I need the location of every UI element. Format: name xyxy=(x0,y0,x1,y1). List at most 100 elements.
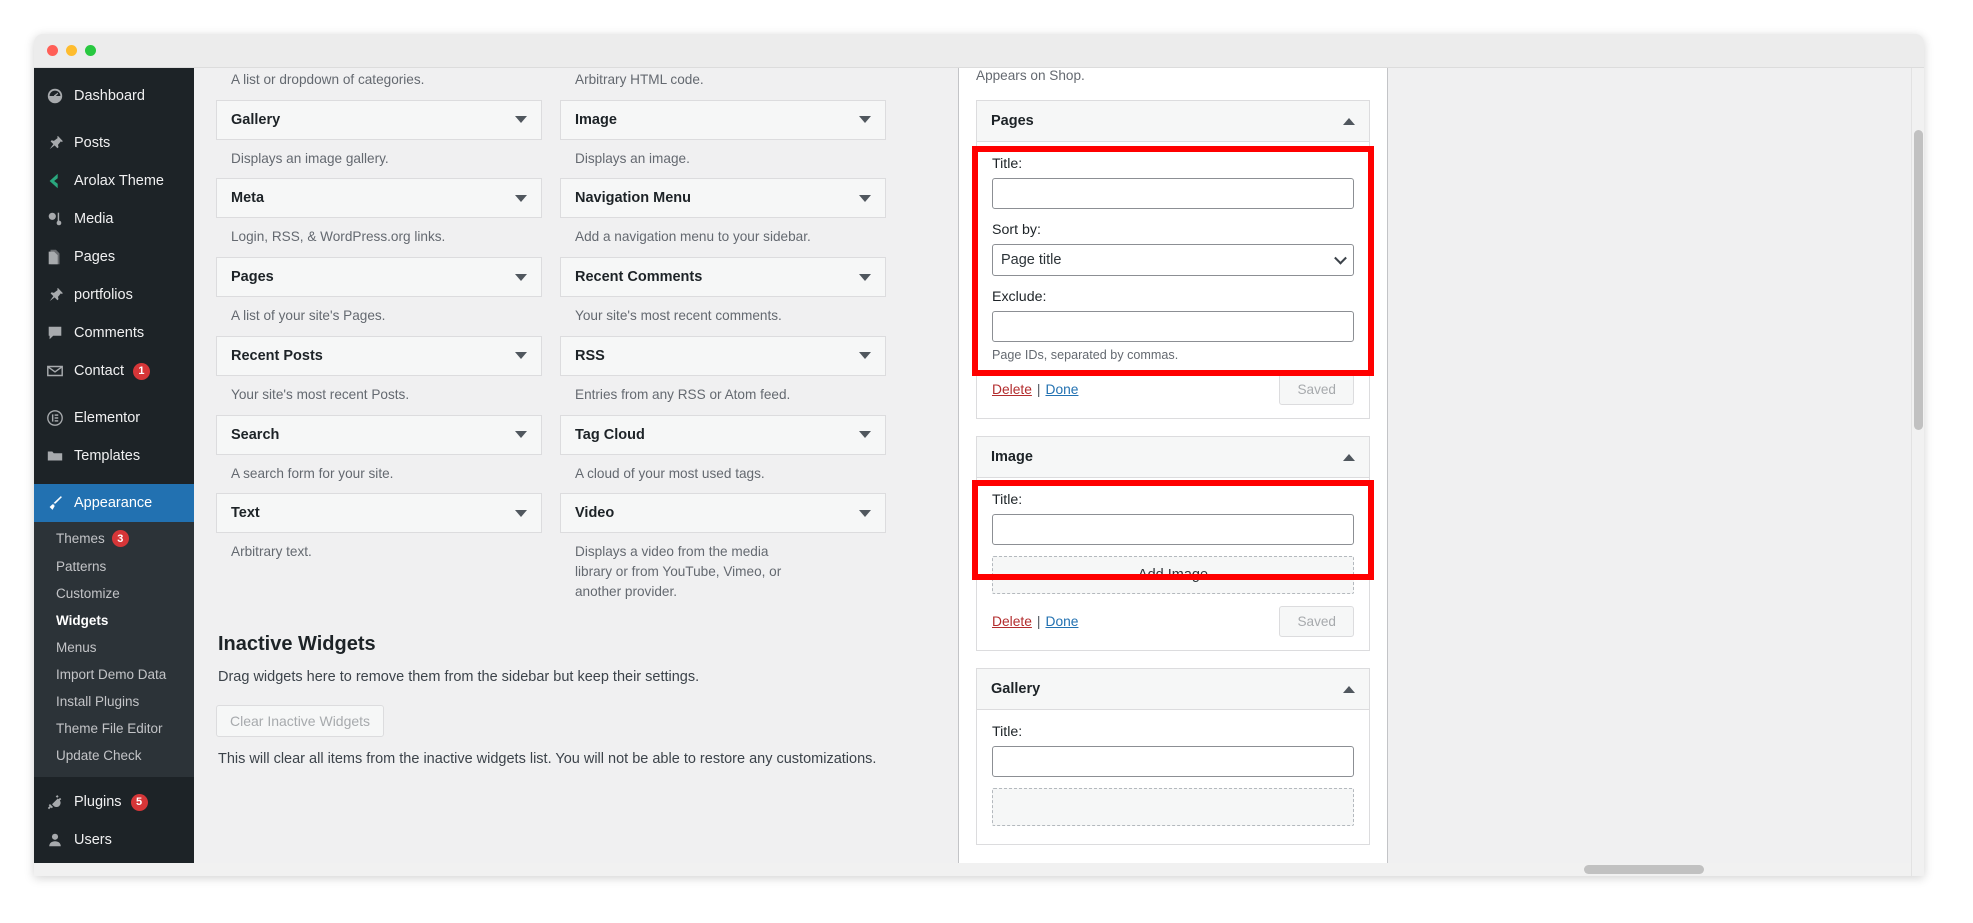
delete-widget-link[interactable]: Delete xyxy=(992,614,1032,629)
submenu-item-patterns[interactable]: Patterns xyxy=(34,553,194,580)
available-widgets-column-right: Custom HTML Arbitrary HTML code. Image D… xyxy=(560,68,886,611)
widget-card-description: A cloud of your most used tags. xyxy=(575,465,765,481)
widget-card-search[interactable]: Search xyxy=(216,414,542,455)
sidebar-item-arolax-theme[interactable]: Arolax Theme xyxy=(34,162,194,200)
sidebar-item-appearance[interactable]: Appearance xyxy=(34,484,194,522)
plug-icon xyxy=(45,792,65,812)
sidebar-item-pages[interactable]: Pages xyxy=(34,238,194,276)
submenu-item-customize[interactable]: Customize xyxy=(34,580,194,607)
chevron-up-icon[interactable] xyxy=(1343,685,1355,693)
image-title-input[interactable] xyxy=(992,514,1354,545)
widget-card-meta[interactable]: Meta xyxy=(216,178,542,219)
clear-inactive-widgets-button[interactable]: Clear Inactive Widgets xyxy=(216,705,385,738)
widget-card-video[interactable]: Video xyxy=(560,493,886,534)
widget-actions-links-image: Delete | Done xyxy=(992,614,1078,629)
sidebar-item-templates[interactable]: Templates xyxy=(34,437,194,475)
delete-widget-link[interactable]: Delete xyxy=(992,382,1032,397)
chevron-down-icon xyxy=(859,431,871,439)
widget-card-tag-cloud[interactable]: Tag Cloud xyxy=(560,414,886,455)
add-images-button[interactable] xyxy=(992,788,1354,826)
available-widgets-column-left: Categories A list or dropdown of categor… xyxy=(216,68,542,611)
pages-exclude-input[interactable] xyxy=(992,311,1354,342)
widget-card-description: Displays an image. xyxy=(575,150,690,166)
widget-card-recent-comments[interactable]: Recent Comments xyxy=(560,257,886,298)
horizontal-scrollbar[interactable] xyxy=(34,863,1911,876)
sidebar-item-posts[interactable]: Posts xyxy=(34,124,194,162)
sidebar-item-label: Templates xyxy=(74,448,141,464)
widget-card-title: Image xyxy=(575,111,617,128)
submenu-item-themes[interactable]: Themes 3 xyxy=(34,524,194,553)
sidebar-item-elementor[interactable]: Elementor xyxy=(34,399,194,437)
widget-card-description: Arbitrary text. xyxy=(231,544,312,560)
sidebar-item-plugins[interactable]: Plugins 5 xyxy=(34,783,194,821)
sidebar-item-portfolios[interactable]: portfolios xyxy=(34,276,194,314)
plugins-badge: 5 xyxy=(130,793,148,811)
chevron-down-icon xyxy=(859,352,871,360)
sidebar-item-users[interactable]: Users xyxy=(34,821,194,859)
widget-card-title: Navigation Menu xyxy=(575,190,692,207)
widget-actions-links-pages: Delete | Done xyxy=(992,382,1078,397)
sidebar-item-contact[interactable]: Contact 1 xyxy=(34,352,194,390)
widget-card-recent-posts[interactable]: Recent Posts xyxy=(216,335,542,376)
widget-card-title: Recent Posts xyxy=(231,347,323,364)
widget-instance-title: Gallery xyxy=(991,681,1041,697)
widget-card-gallery[interactable]: Gallery xyxy=(216,99,542,140)
pages-title-input[interactable] xyxy=(992,178,1354,209)
widget-card-title: Tag Cloud xyxy=(575,426,645,443)
inactive-widgets-note: This will clear all items from the inact… xyxy=(218,751,877,768)
widget-instance-body-pages: Title: Sort by: Page title Exclude: Page… xyxy=(976,142,1370,419)
submenu-item-widgets[interactable]: Widgets xyxy=(34,607,194,634)
widget-card-title: Recent Comments xyxy=(575,269,703,286)
widget-actions-image: Delete | Done Saved xyxy=(992,594,1354,637)
done-widget-link[interactable]: Done xyxy=(1045,614,1078,629)
sidebar-item-comments[interactable]: Comments xyxy=(34,314,194,352)
chevron-down-icon xyxy=(515,194,527,202)
widget-card-navigation-menu[interactable]: Navigation Menu xyxy=(560,178,886,219)
widget-instance-body-image: Title: Add Image Delete | Done Saved xyxy=(976,478,1370,651)
widget-card-description: Login, RSS, & WordPress.org links. xyxy=(231,229,446,245)
chevron-down-icon xyxy=(515,431,527,439)
sidebar-item-label: Comments xyxy=(74,325,145,341)
action-separator: | xyxy=(1036,614,1041,629)
sidebar-item-label: Media xyxy=(74,211,114,227)
vertical-scrollbar-thumb[interactable] xyxy=(1914,130,1923,430)
pages-sortby-select[interactable]: Page title xyxy=(992,244,1354,276)
save-widget-button[interactable]: Saved xyxy=(1279,374,1354,405)
submenu-item-theme-file-editor[interactable]: Theme File Editor xyxy=(34,715,194,742)
sidebar-item-label: Arolax Theme xyxy=(74,173,164,189)
gallery-title-input[interactable] xyxy=(992,746,1354,777)
maximize-window-button[interactable] xyxy=(85,45,96,56)
widget-card-image[interactable]: Image xyxy=(560,99,886,140)
media-icon xyxy=(45,209,65,229)
horizontal-scrollbar-thumb[interactable] xyxy=(1584,865,1704,874)
widget-instance-header-pages[interactable]: Pages xyxy=(976,100,1370,142)
user-icon xyxy=(45,830,65,850)
pages-exclude-label: Exclude: xyxy=(992,289,1047,305)
vertical-scrollbar[interactable] xyxy=(1911,68,1924,876)
close-window-button[interactable] xyxy=(47,45,58,56)
chevron-up-icon[interactable] xyxy=(1343,453,1355,461)
chevron-up-icon[interactable] xyxy=(1343,117,1355,125)
widget-card-text[interactable]: Text xyxy=(216,493,542,534)
add-image-button[interactable]: Add Image xyxy=(992,556,1354,594)
sidebar-item-dashboard[interactable]: Dashboard xyxy=(34,77,194,115)
sidebar-item-media[interactable]: Media xyxy=(34,200,194,238)
page-viewport: Dashboard Posts Arolax Theme Media Pages… xyxy=(34,68,1924,876)
done-widget-link[interactable]: Done xyxy=(1045,382,1078,397)
widget-card-title: Pages xyxy=(231,269,274,286)
widget-card-title: Video xyxy=(575,505,615,522)
minimize-window-button[interactable] xyxy=(66,45,77,56)
pages-exclude-help: Page IDs, separated by commas. xyxy=(992,348,1179,362)
widget-instance-header-gallery[interactable]: Gallery xyxy=(976,668,1370,710)
save-widget-button[interactable]: Saved xyxy=(1279,606,1354,637)
chevron-down-icon xyxy=(515,273,527,281)
comment-icon xyxy=(45,323,65,343)
widget-instance-header-image[interactable]: Image xyxy=(976,436,1370,478)
widget-card-rss[interactable]: RSS xyxy=(560,335,886,376)
submenu-item-update-check[interactable]: Update Check xyxy=(34,742,194,769)
submenu-item-menus[interactable]: Menus xyxy=(34,634,194,661)
submenu-item-import-demo-data[interactable]: Import Demo Data xyxy=(34,661,194,688)
submenu-item-install-plugins[interactable]: Install Plugins xyxy=(34,688,194,715)
wp-admin-sidebar: Dashboard Posts Arolax Theme Media Pages… xyxy=(34,68,194,876)
widget-card-pages[interactable]: Pages xyxy=(216,257,542,298)
